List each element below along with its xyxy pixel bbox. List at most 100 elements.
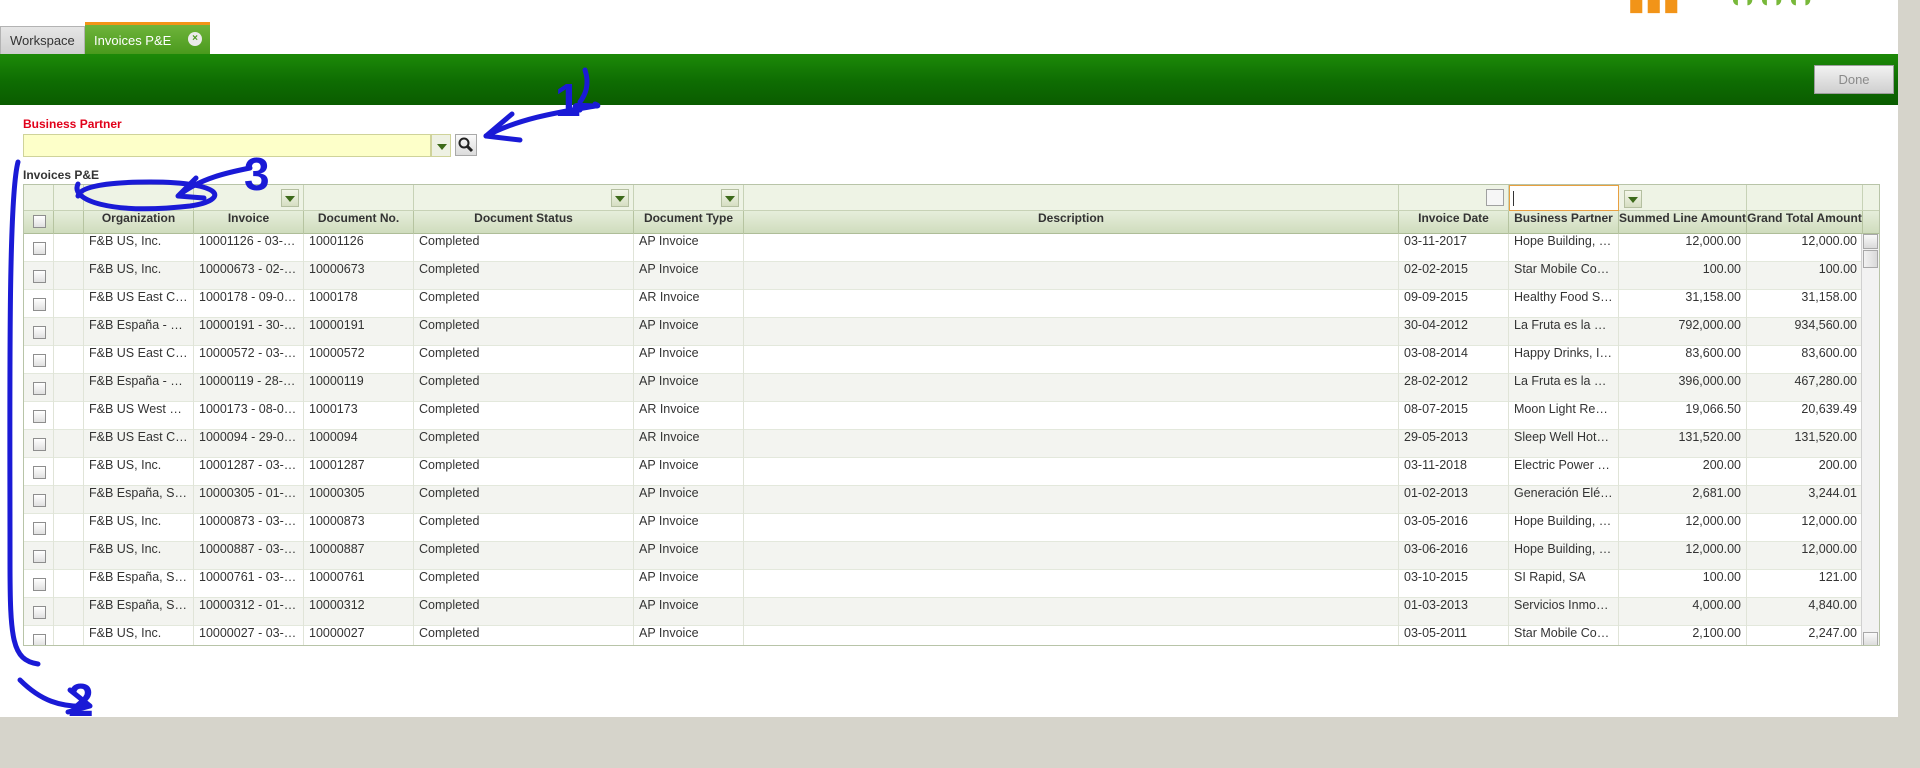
row-checkbox[interactable] bbox=[33, 578, 46, 591]
table-row[interactable]: F&B US, Inc.10000873 - 03-05-20161000087… bbox=[24, 514, 1861, 542]
header-grand-total-amount[interactable]: Grand Total Amount bbox=[1747, 211, 1863, 234]
filter-document-status[interactable] bbox=[414, 185, 634, 211]
row-checkbox[interactable] bbox=[33, 298, 46, 311]
row-checkbox[interactable] bbox=[33, 410, 46, 423]
cell-desc bbox=[744, 626, 1399, 645]
row-select-cell bbox=[24, 514, 54, 542]
table-row[interactable]: F&B US East Coast1000094 - 29-05-2013100… bbox=[24, 430, 1861, 458]
table-row[interactable]: F&B US, Inc.10001126 - 03-11-20171000112… bbox=[24, 234, 1861, 262]
row-checkbox[interactable] bbox=[33, 606, 46, 619]
business-partner-input[interactable] bbox=[23, 134, 431, 157]
row-checkbox[interactable] bbox=[33, 438, 46, 451]
vertical-scrollbar[interactable] bbox=[1861, 234, 1879, 645]
filter-invoice[interactable] bbox=[194, 185, 304, 211]
cell-desc bbox=[744, 318, 1399, 346]
table-row[interactable]: F&B US, Inc.10000027 - 03-05-20111000002… bbox=[24, 626, 1861, 645]
tab-invoices-pe[interactable]: Invoices P&E × bbox=[85, 22, 210, 54]
table-row[interactable]: F&B US East Coast1000178 - 09-09-2015100… bbox=[24, 290, 1861, 318]
scroll-up-icon[interactable] bbox=[1863, 234, 1878, 249]
header-invoice-date[interactable]: Invoice Date bbox=[1399, 211, 1509, 234]
header-document-no[interactable]: Document No. bbox=[304, 211, 414, 234]
cell-total: 2,247.00 bbox=[1747, 626, 1861, 645]
cell-desc bbox=[744, 290, 1399, 318]
close-icon[interactable]: × bbox=[188, 32, 202, 46]
scroll-down-icon[interactable] bbox=[1863, 632, 1878, 645]
filter-description[interactable] bbox=[744, 185, 1399, 211]
select-all-checkbox[interactable] bbox=[33, 215, 46, 228]
row-checkbox[interactable] bbox=[33, 494, 46, 507]
tab-workspace[interactable]: Workspace bbox=[0, 26, 85, 54]
cell-invoice: 1000178 - 09-09-2015 bbox=[194, 290, 304, 318]
cell-bp: La Fruta es la Vida, S.L. bbox=[1509, 318, 1619, 346]
table-row[interactable]: F&B España, S.A.10000312 - 01-03-2013100… bbox=[24, 598, 1861, 626]
row-checkbox[interactable] bbox=[33, 550, 46, 563]
search-icon[interactable] bbox=[455, 134, 477, 156]
cell-org: F&B US, Inc. bbox=[84, 626, 194, 645]
row-select-cell bbox=[24, 542, 54, 570]
row-checkbox[interactable] bbox=[33, 634, 46, 645]
table-row[interactable]: F&B US, Inc.10000887 - 03-06-20161000088… bbox=[24, 542, 1861, 570]
row-checkbox[interactable] bbox=[33, 466, 46, 479]
cell-date: 03-10-2015 bbox=[1399, 570, 1509, 598]
header-description[interactable]: Description bbox=[744, 211, 1399, 234]
cell-bp: La Fruta es la Vida, S.L. bbox=[1509, 374, 1619, 402]
filter-business-partner[interactable] bbox=[1509, 185, 1642, 211]
calendar-icon[interactable] bbox=[1486, 189, 1504, 206]
row-select-cell bbox=[24, 290, 54, 318]
cell-org: F&B US, Inc. bbox=[84, 542, 194, 570]
header-invoice[interactable]: Invoice bbox=[194, 211, 304, 234]
cell-org: F&B España, S.A. bbox=[84, 486, 194, 514]
header-document-status[interactable]: Document Status bbox=[414, 211, 634, 234]
cell-type: AP Invoice bbox=[634, 374, 744, 402]
table-row[interactable]: F&B España, S.A.10000305 - 01-02-2013100… bbox=[24, 486, 1861, 514]
table-row[interactable]: F&B US, Inc.10000673 - 02-02-20151000067… bbox=[24, 262, 1861, 290]
logo-mark: ▮▮▮ bbox=[1628, 0, 1681, 14]
table-row[interactable]: F&B US West Coast1000173 - 08-07-2015100… bbox=[24, 402, 1861, 430]
cell-bp: Moon Light Restaurants, Inc. bbox=[1509, 402, 1619, 430]
annotation-label-2: 2 bbox=[68, 674, 94, 717]
cell-status: Completed bbox=[414, 374, 634, 402]
filter-document-no[interactable] bbox=[304, 185, 414, 211]
scroll-thumb[interactable] bbox=[1863, 250, 1878, 268]
row-checkbox[interactable] bbox=[33, 270, 46, 283]
row-checkbox[interactable] bbox=[33, 326, 46, 339]
filter-organization[interactable] bbox=[84, 185, 194, 211]
filter-invoice-date[interactable] bbox=[1399, 185, 1509, 211]
row-checkbox[interactable] bbox=[33, 522, 46, 535]
table-row[interactable]: F&B España, S.A.10000761 - 03-10-2015100… bbox=[24, 570, 1861, 598]
table-row[interactable]: F&B España - Región Norte10000191 - 30-0… bbox=[24, 318, 1861, 346]
cell-date: 30-04-2012 bbox=[1399, 318, 1509, 346]
filter-dropdown-icon[interactable] bbox=[721, 189, 739, 207]
filter-summed-line-amount[interactable] bbox=[1619, 185, 1747, 211]
row-checkbox[interactable] bbox=[33, 354, 46, 367]
row-checkbox[interactable] bbox=[33, 242, 46, 255]
header-business-partner[interactable]: Business Partner bbox=[1509, 211, 1619, 234]
table-row[interactable]: F&B US, Inc.10001287 - 03-11-20181000128… bbox=[24, 458, 1861, 486]
cell-desc bbox=[744, 402, 1399, 430]
business-partner-dropdown-icon[interactable] bbox=[431, 134, 451, 157]
done-button[interactable]: Done bbox=[1814, 65, 1894, 94]
cell-type: AP Invoice bbox=[634, 262, 744, 290]
filter-dropdown-icon[interactable] bbox=[611, 189, 629, 207]
tab-bar: Workspace Invoices P&E × bbox=[0, 22, 1898, 54]
table-row[interactable]: F&B España - Región Norte10000119 - 28-0… bbox=[24, 374, 1861, 402]
cell-invoice: 10000027 - 03-05-2011 bbox=[194, 626, 304, 645]
header-summed-line-amount[interactable]: Summed Line Amount bbox=[1619, 211, 1747, 234]
filter-document-type[interactable] bbox=[634, 185, 744, 211]
cell-invoice: 1000173 - 08-07-2015 bbox=[194, 402, 304, 430]
cell-bp: Hope Building, Inc. bbox=[1509, 234, 1619, 262]
cell-bp: Happy Drinks, Inc. bbox=[1509, 346, 1619, 374]
row-blank-cell bbox=[54, 430, 84, 458]
cell-invoice: 10000191 - 30-04-2012 bbox=[194, 318, 304, 346]
cell-total: 467,280.00 bbox=[1747, 374, 1861, 402]
header-document-type[interactable]: Document Type bbox=[634, 211, 744, 234]
filter-grand-total-amount[interactable] bbox=[1747, 185, 1863, 211]
cell-desc bbox=[744, 374, 1399, 402]
filter-dropdown-icon[interactable] bbox=[281, 189, 299, 207]
header-organization[interactable]: Organization bbox=[84, 211, 194, 234]
cell-org: F&B España, S.A. bbox=[84, 570, 194, 598]
cell-summed: 396,000.00 bbox=[1619, 374, 1747, 402]
cell-org: F&B España - Región Norte bbox=[84, 374, 194, 402]
table-row[interactable]: F&B US East Coast10000572 - 03-08-201410… bbox=[24, 346, 1861, 374]
row-checkbox[interactable] bbox=[33, 382, 46, 395]
